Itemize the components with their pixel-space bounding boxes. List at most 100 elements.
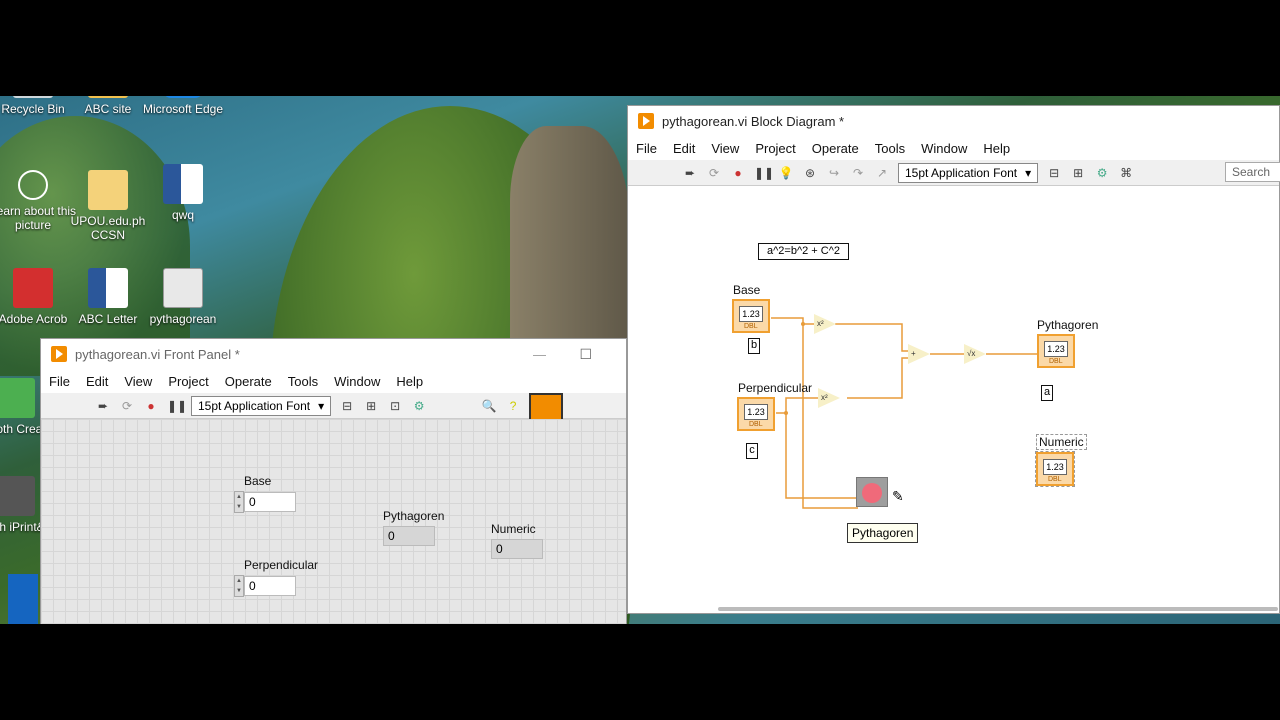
horizontal-scrollbar[interactable] [718,607,1278,611]
reorder-icon[interactable]: ⚙ [1094,165,1110,181]
help-icon[interactable]: ? [505,398,521,414]
search-icon[interactable]: 🔍 [481,398,497,414]
base-tag[interactable]: b [748,338,760,354]
menu-view[interactable]: View [116,374,160,389]
run-continuous-icon[interactable]: ⟳ [706,165,722,181]
step-out-icon[interactable]: ↗ [874,165,890,181]
edge-icon[interactable]: Microsoft Edge [138,96,228,116]
perpendicular-terminal[interactable]: 1.23 DBL [737,397,775,431]
wires [771,317,1041,509]
menu-project[interactable]: Project [160,374,216,389]
menu-view[interactable]: View [703,141,747,156]
perpendicular-input[interactable]: 0 [244,576,296,596]
formula-comment[interactable]: a^2=b^2 + C^2 [758,243,849,260]
front-panel-canvas: Base ▲ ▼ 0 Perpendicular ▲ ▼ 0 Pythagoren … [41,419,626,624]
align-objects-icon[interactable]: ⊟ [339,398,355,414]
retain-wire-values-icon[interactable]: ⊛ [802,165,818,181]
reorder-icon[interactable]: ⚙ [411,398,427,414]
menu-help[interactable]: Help [975,141,1018,156]
sqrt-op-label: √x [967,349,976,358]
numeric-terminal-label: Numeric [1036,434,1087,450]
terminal-icon: 1.23 [1044,341,1068,357]
chevron-down-icon: ▾ [1025,165,1032,180]
pythagoren-subvi-node[interactable] [856,477,888,507]
increment-decrement-icon[interactable]: ▲ ▼ [234,491,244,513]
tooltip: Pythagoren [847,523,919,543]
pause-icon[interactable]: ❚❚ [754,165,774,181]
menu-window[interactable]: Window [913,141,975,156]
front-panel-titlebar[interactable]: pythagorean.vi Front Panel * — ☐ [41,339,626,369]
menu-file[interactable]: File [628,141,665,156]
base-terminal[interactable]: 1.23 DBL [732,299,770,333]
step-into-icon[interactable]: ↪ [826,165,842,181]
run-arrow-icon[interactable]: ➨ [95,398,111,414]
search-input[interactable]: Search [1225,162,1280,182]
font-select[interactable]: 15pt Application Font ▾ [191,395,332,416]
toolbar: ➨ ⟳ ● ❚❚ 15pt Application Font ▾ ⊟ ⊞ ⊡ ⚙ … [41,392,626,427]
block-diagram-canvas: a^2=b^2 + C^2 Base 1.23 DBL b Perpendicu… [628,186,1279,606]
menu-help[interactable]: Help [388,374,431,389]
menu-edit[interactable]: Edit [78,374,116,389]
terminal-icon: 1.23 [1043,459,1067,475]
distribute-objects-icon[interactable]: ⊞ [363,398,379,414]
increment-decrement-icon[interactable]: ▲ ▼ [234,575,244,597]
wiring-tool-cursor-icon: ✎ [892,488,904,504]
highlight-execution-icon[interactable]: 💡 [778,165,794,181]
subvi-icon [862,483,882,503]
desktop-wallpaper-cliff [0,116,190,376]
maximize-icon[interactable]: ☐ [579,346,592,363]
menu-window[interactable]: Window [326,374,388,389]
run-arrow-icon[interactable]: ➨ [682,165,698,181]
pythagoren-label: Pythagoren [383,509,445,523]
square-op-label: x² [817,319,824,328]
square-op-label: x² [821,393,828,402]
abort-icon[interactable]: ● [730,165,746,181]
perpendicular-label: Perpendicular [244,558,319,572]
terminal-type: DBL [1048,476,1062,483]
pythagoren-tag[interactable]: a [1041,385,1053,401]
labview-logo-icon [638,113,654,129]
run-continuous-icon[interactable]: ⟳ [119,398,135,414]
pause-icon[interactable]: ❚❚ [167,398,187,414]
minimize-icon[interactable]: — [533,347,546,362]
menu-operate[interactable]: Operate [804,141,867,156]
resize-objects-icon[interactable]: ⊡ [387,398,403,414]
pythagoren-indicator: 0 [383,526,435,546]
labview-vi-icon[interactable]: pythagorean [138,268,228,326]
numeric-indicator: 0 [491,539,543,559]
menu-project[interactable]: Project [747,141,803,156]
terminal-type: DBL [744,323,758,330]
terminal-icon: 1.23 [744,404,768,420]
base-terminal-label: Base [733,283,761,297]
distribute-objects-icon[interactable]: ⊞ [1070,165,1086,181]
menu-file[interactable]: File [41,374,78,389]
menu-operate[interactable]: Operate [217,374,280,389]
word-doc-icon[interactable]: qwq [138,164,228,222]
menu-tools[interactable]: Tools [867,141,913,156]
perpendicular-numeric-control[interactable]: ▲ ▼ 0 [234,575,296,597]
base-numeric-control[interactable]: ▲ ▼ 0 [234,491,296,513]
pythagoren-terminal[interactable]: 1.23 DBL [1037,334,1075,368]
cleanup-diagram-icon[interactable]: ⌘ [1118,165,1134,181]
perpendicular-tag[interactable]: c [746,443,758,459]
base-input[interactable]: 0 [244,492,296,512]
abort-icon[interactable]: ● [143,398,159,414]
menu-tools[interactable]: Tools [280,374,326,389]
menubar: File Edit View Project Operate Tools Win… [628,136,1279,160]
step-over-icon[interactable]: ↷ [850,165,866,181]
font-select-value: 15pt Application Font [198,398,311,413]
numeric-label: Numeric [491,522,536,536]
pythagoren-terminal-label: Pythagoren [1037,318,1099,332]
add-op-label: + [911,349,916,358]
block-diagram-titlebar[interactable]: pythagorean.vi Block Diagram * [628,106,1279,136]
chevron-down-icon: ▾ [318,398,325,413]
font-select[interactable]: 15pt Application Font ▾ [898,162,1039,183]
numeric-terminal[interactable]: 1.23 DBL [1035,451,1075,487]
align-objects-icon[interactable]: ⊟ [1046,165,1062,181]
terminal-type: DBL [1049,358,1063,365]
app-icon[interactable] [8,574,38,624]
block-diagram-window: pythagorean.vi Block Diagram * File Edit… [627,105,1280,614]
menu-edit[interactable]: Edit [665,141,703,156]
terminal-type: DBL [749,421,763,428]
perpendicular-terminal-label: Perpendicular [738,381,813,395]
